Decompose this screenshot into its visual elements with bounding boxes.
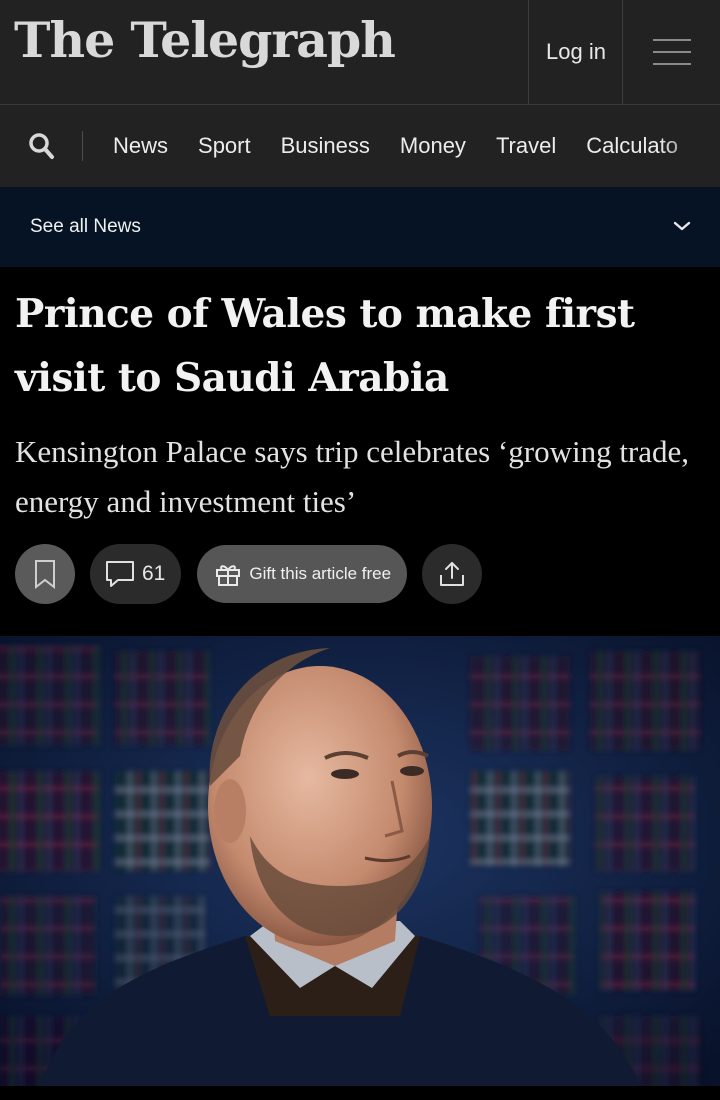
nav-items: News Sport Business Money Travel Calcula… bbox=[98, 105, 693, 187]
nav-item-money[interactable]: Money bbox=[385, 133, 481, 159]
chevron-down-icon bbox=[673, 221, 691, 231]
bookmark-button[interactable] bbox=[15, 544, 75, 604]
gift-article-button[interactable]: Gift this article free bbox=[197, 545, 408, 603]
nav-scroll-fade bbox=[660, 105, 720, 187]
search-button[interactable] bbox=[26, 130, 58, 162]
comments-button[interactable]: 61 bbox=[90, 544, 182, 604]
nav-item-sport[interactable]: Sport bbox=[183, 133, 266, 159]
see-all-news-bar[interactable]: See all News bbox=[0, 187, 720, 267]
gift-icon bbox=[216, 565, 241, 586]
nav-item-news[interactable]: News bbox=[98, 133, 183, 159]
top-bar: The Telegraph Log in bbox=[0, 0, 720, 105]
telegraph-logo[interactable]: The Telegraph bbox=[14, 16, 396, 65]
prince-portrait-image bbox=[0, 636, 720, 1086]
section-nav: News Sport Business Money Travel Calcula… bbox=[0, 105, 720, 187]
nav-divider bbox=[82, 131, 83, 161]
comment-icon bbox=[106, 561, 134, 587]
gift-article-label: Gift this article free bbox=[249, 564, 392, 583]
comment-count: 61 bbox=[142, 562, 166, 585]
login-button[interactable]: Log in bbox=[528, 0, 623, 104]
search-icon bbox=[29, 133, 54, 159]
see-all-news-label: See all News bbox=[30, 216, 141, 237]
article-standfirst: Kensington Palace says trip celebrates ‘… bbox=[15, 434, 690, 519]
nav-item-travel[interactable]: Travel bbox=[481, 133, 571, 159]
article-actions: 61 Gift this article free bbox=[15, 544, 483, 604]
nav-item-business[interactable]: Business bbox=[266, 133, 385, 159]
menu-button[interactable] bbox=[622, 0, 720, 104]
photo-caption bbox=[0, 1086, 720, 1100]
share-button[interactable] bbox=[422, 544, 483, 604]
hamburger-menu-icon bbox=[652, 39, 691, 65]
share-icon bbox=[440, 562, 465, 586]
bookmark-icon bbox=[35, 560, 55, 589]
article-headline: Prince of Wales to make first visit to S… bbox=[15, 291, 635, 401]
article-photo[interactable] bbox=[0, 636, 720, 1086]
